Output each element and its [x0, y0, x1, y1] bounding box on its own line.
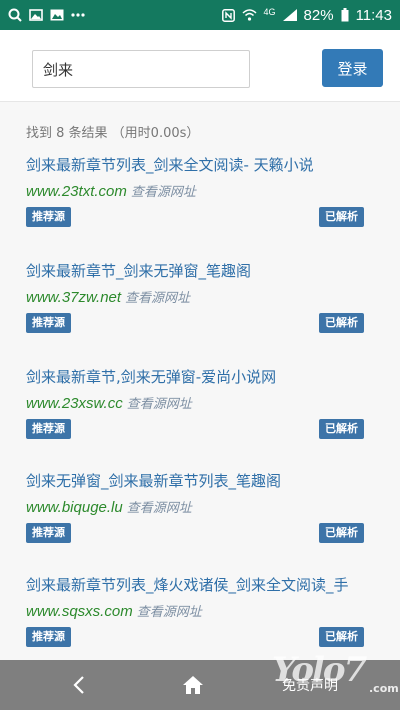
- search-icon: [8, 8, 22, 22]
- result-summary: 找到 8 条结果 （用时0.00s）: [26, 126, 200, 141]
- login-button[interactable]: 登录: [322, 49, 383, 87]
- result-badges: 推荐源 已解析: [26, 523, 364, 545]
- result-title-link[interactable]: 剑来无弹窗_剑来最新章节列表_笔趣阁: [26, 470, 364, 491]
- result-badges: 推荐源 已解析: [26, 207, 364, 229]
- recommended-badge: 推荐源: [26, 207, 71, 227]
- home-icon: [183, 676, 203, 694]
- list-item: 剑来最新章节列表_烽火戏诸侯_剑来全文阅读_手 www.sqsxs.com 查看源…: [26, 574, 364, 649]
- view-source-link[interactable]: 查看源网址: [127, 501, 192, 516]
- result-source: www.23txt.com 查看源网址: [26, 181, 364, 200]
- recommended-badge: 推荐源: [26, 523, 71, 543]
- status-bar: 4G 82% 11:43: [0, 0, 400, 30]
- parsed-badge: 已解析: [319, 419, 364, 439]
- view-source-link[interactable]: 查看源网址: [125, 291, 190, 306]
- list-item: 剑来最新章节列表_剑来全文阅读- 天籁小说 www.23txt.com 查看源网址…: [26, 154, 364, 229]
- parsed-badge: 已解析: [319, 627, 364, 647]
- parsed-badge: 已解析: [319, 313, 364, 333]
- result-source: www.37zw.net 查看源网址: [26, 287, 364, 306]
- photo-icon: [50, 9, 64, 21]
- result-title-link[interactable]: 剑来最新章节_剑来无弹窗_笔趣阁: [26, 260, 364, 281]
- search-header: 登录: [0, 30, 400, 102]
- view-source-link[interactable]: 查看源网址: [131, 185, 196, 200]
- signal-icon: [282, 9, 297, 21]
- result-url: www.23txt.com: [26, 183, 127, 200]
- back-button[interactable]: [64, 670, 94, 700]
- result-title-link[interactable]: 剑来最新章节,剑来无弹窗-爱尚小说网: [26, 366, 364, 387]
- battery-icon: [341, 8, 349, 22]
- result-badges: 推荐源 已解析: [26, 419, 364, 441]
- result-url: www.23xsw.cc: [26, 395, 123, 412]
- list-item: 剑来无弹窗_剑来最新章节列表_笔趣阁 www.biquge.lu 查看源网址 推荐…: [26, 470, 364, 545]
- parsed-badge: 已解析: [319, 523, 364, 543]
- result-url: www.sqsxs.com: [26, 603, 133, 620]
- recommended-badge: 推荐源: [26, 419, 71, 439]
- home-button[interactable]: [178, 670, 208, 700]
- nfc-icon: [221, 8, 235, 22]
- result-source: www.biquge.lu 查看源网址: [26, 497, 364, 516]
- results-list: 找到 8 条结果 （用时0.00s） 剑来最新章节列表_剑来全文阅读- 天籁小说…: [0, 102, 400, 660]
- result-source: www.23xsw.cc 查看源网址: [26, 393, 364, 412]
- result-source: www.sqsxs.com 查看源网址: [26, 601, 364, 620]
- watermark-suffix: .com: [369, 682, 399, 695]
- network-type: 4G: [263, 7, 276, 17]
- recommended-badge: 推荐源: [26, 627, 71, 647]
- more-icon: [71, 13, 85, 17]
- result-badges: 推荐源 已解析: [26, 627, 364, 649]
- result-url: www.37zw.net: [26, 289, 122, 306]
- view-source-link[interactable]: 查看源网址: [127, 397, 192, 412]
- chevron-left-icon: [73, 676, 84, 694]
- list-item: 剑来最新章节_剑来无弹窗_笔趣阁 www.37zw.net 查看源网址 推荐源 已…: [26, 260, 364, 335]
- recommended-badge: 推荐源: [26, 313, 71, 333]
- battery-percent: 82%: [303, 6, 334, 24]
- result-url: www.biquge.lu: [26, 499, 123, 516]
- result-title-link[interactable]: 剑来最新章节列表_烽火戏诸侯_剑来全文阅读_手: [26, 574, 364, 595]
- watermark-logo: Yolo7: [272, 650, 367, 690]
- result-title-link[interactable]: 剑来最新章节列表_剑来全文阅读- 天籁小说: [26, 154, 364, 175]
- view-source-link[interactable]: 查看源网址: [137, 605, 202, 620]
- wifi-icon: [242, 9, 257, 21]
- clock: 11:43: [355, 6, 392, 24]
- image-icon: [29, 9, 43, 21]
- search-input[interactable]: [32, 50, 250, 88]
- list-item: 剑来最新章节,剑来无弹窗-爱尚小说网 www.23xsw.cc 查看源网址 推荐源…: [26, 366, 364, 441]
- result-badges: 推荐源 已解析: [26, 313, 364, 335]
- parsed-badge: 已解析: [319, 207, 364, 227]
